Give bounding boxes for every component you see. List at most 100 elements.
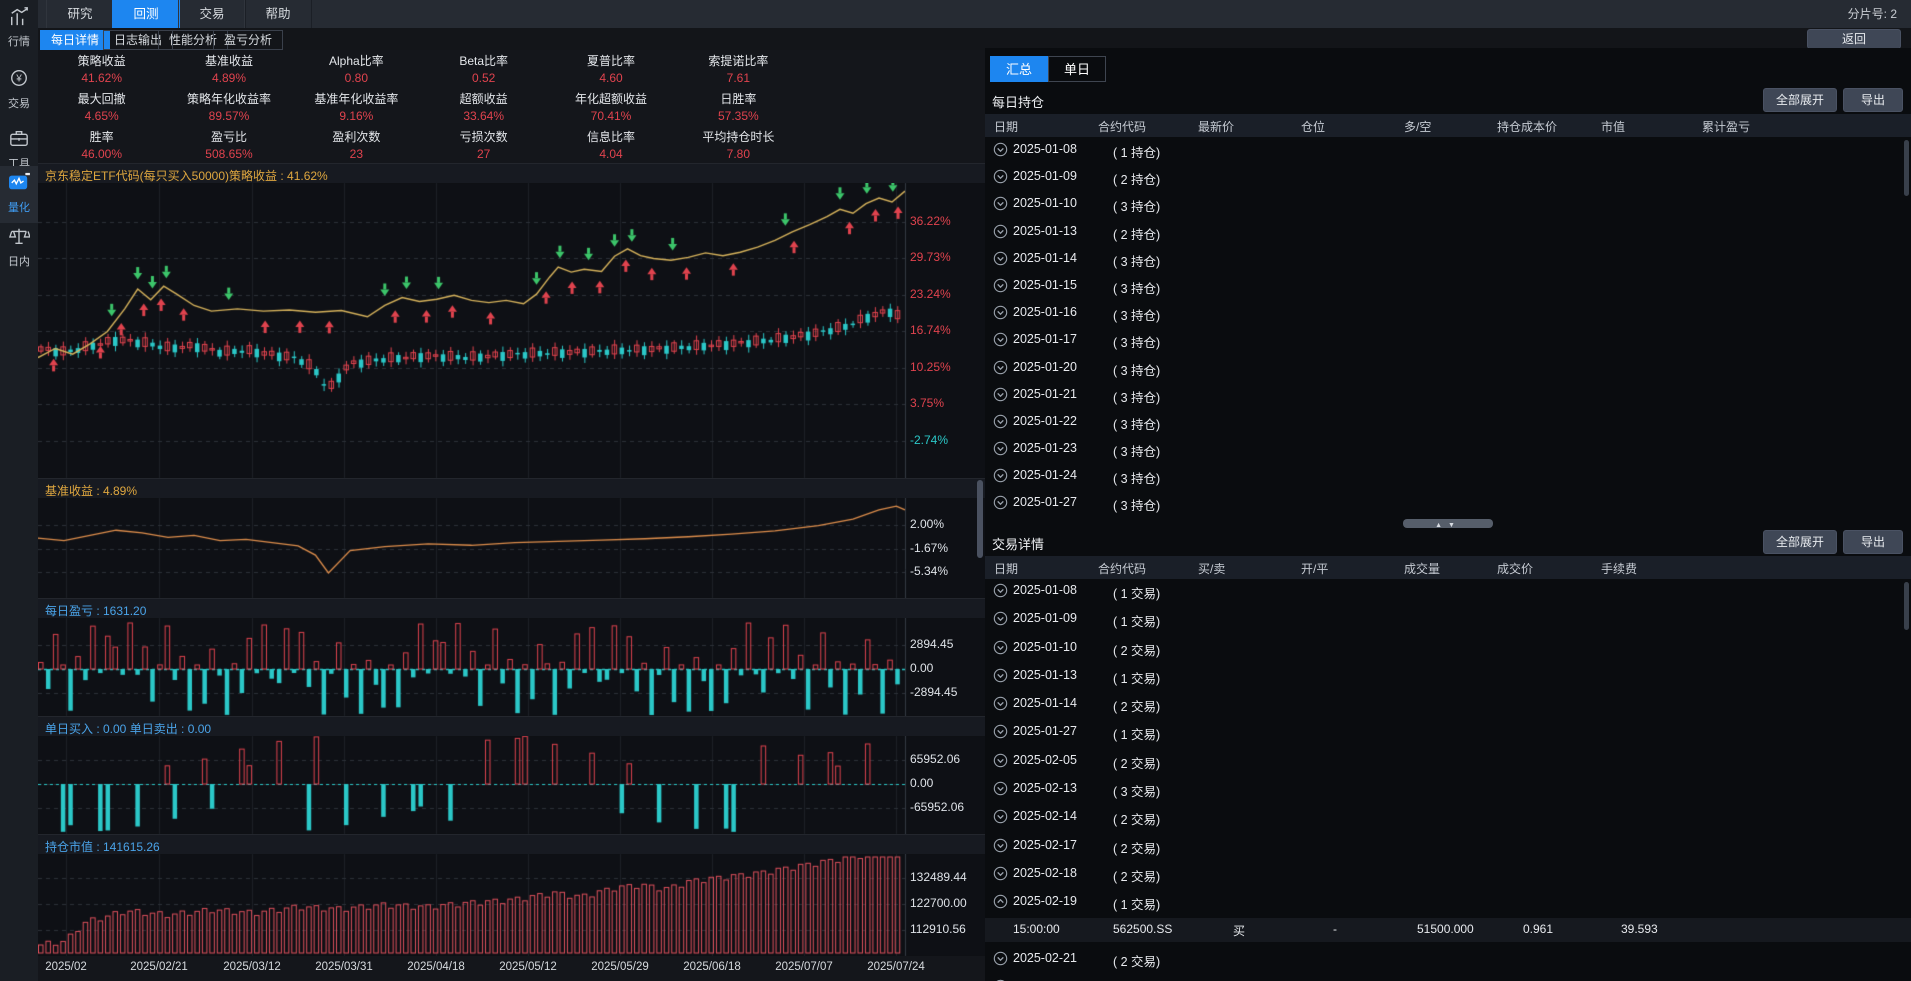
position-row[interactable]: 2025-01-14( 3 持仓) xyxy=(985,246,1911,273)
chevron-down-icon[interactable] xyxy=(993,305,1008,320)
stat-cell: 日胜率57.35% xyxy=(675,88,802,126)
trade-row[interactable]: 2025-02-14( 2 交易) xyxy=(985,804,1911,832)
stat-value: 89.57% xyxy=(209,109,250,123)
sidebar-item-quant[interactable]: 量化 xyxy=(0,166,38,223)
chevron-down-icon[interactable] xyxy=(993,866,1008,881)
trade-detail-cell: 15:00:00 xyxy=(1013,922,1060,936)
chevron-down-icon[interactable] xyxy=(993,611,1008,626)
column-header: 合约代码 xyxy=(1098,560,1146,577)
stat-cell: 夏普比率4.60 xyxy=(547,50,674,88)
sidebar-item-market[interactable]: 行情 xyxy=(0,6,38,49)
trade-detail-cell: 39.593 xyxy=(1621,922,1658,936)
positions-scrollbar[interactable] xyxy=(1904,140,1909,196)
position-row[interactable]: 2025-01-17( 3 持仓) xyxy=(985,327,1911,354)
trade-row[interactable]: 2025-01-14( 2 交易) xyxy=(985,691,1911,719)
stat-label: 策略年化收益率 xyxy=(187,90,271,107)
chevron-down-icon[interactable] xyxy=(993,332,1008,347)
charts-vertical-scrollbar[interactable] xyxy=(977,480,983,558)
trade-row[interactable]: 2025-02-19( 1 交易) xyxy=(985,889,1911,917)
chevron-down-icon[interactable] xyxy=(993,251,1008,266)
chevron-down-icon[interactable] xyxy=(993,583,1008,598)
chevron-down-icon[interactable] xyxy=(993,781,1008,796)
trades-export-button[interactable]: 导出 xyxy=(1843,530,1903,554)
menu-item-help[interactable]: 帮助 xyxy=(244,0,312,28)
stat-cell: 索提诺比率7.61 xyxy=(675,50,802,88)
tab-pnl-analysis[interactable]: 盈亏分析 xyxy=(213,30,283,50)
chevron-down-icon[interactable] xyxy=(993,169,1008,184)
chevron-down-icon[interactable] xyxy=(993,196,1008,211)
chevron-down-icon[interactable] xyxy=(993,224,1008,239)
strategy-charts-canvas[interactable] xyxy=(38,163,985,978)
tab-summary[interactable]: 汇总 xyxy=(990,56,1048,82)
chevron-up-icon[interactable] xyxy=(993,894,1008,909)
position-row[interactable]: 2025-01-13( 2 持仓) xyxy=(985,219,1911,246)
row-date: 2025-01-22 xyxy=(1013,414,1077,428)
chevron-down-icon[interactable] xyxy=(993,753,1008,768)
position-row[interactable]: 2025-01-27( 3 持仓) xyxy=(985,490,1911,517)
trade-detail-cell: 0.961 xyxy=(1523,922,1553,936)
chevron-down-icon[interactable] xyxy=(993,414,1008,429)
position-row[interactable]: 2025-01-22 ( 3 持仓) xyxy=(985,409,1911,436)
tab-single-day[interactable]: 单日 xyxy=(1048,56,1106,82)
trade-row[interactable]: 2025-02-05( 2 交易) xyxy=(985,748,1911,776)
trade-row[interactable]: 2025-02-21( 2 交易) xyxy=(985,946,1911,974)
position-row[interactable]: 2025-01-09( 2 持仓) xyxy=(985,164,1911,191)
column-header: 开/平 xyxy=(1301,560,1328,577)
chevron-down-icon[interactable] xyxy=(993,838,1008,853)
trades-expand-all-button[interactable]: 全部展开 xyxy=(1763,530,1837,554)
position-row[interactable]: 2025-01-24( 3 持仓) xyxy=(985,463,1911,490)
chevron-down-icon[interactable] xyxy=(993,951,1008,966)
trade-row[interactable]: 2025-01-13( 1 交易) xyxy=(985,663,1911,691)
panel-splitter-scrollbar[interactable]: ▲▼ xyxy=(1403,519,1493,528)
sidebar-item-intraday[interactable]: 日内 xyxy=(0,226,38,269)
position-row[interactable]: 2025-01-10( 3 持仓) xyxy=(985,191,1911,218)
chevron-down-icon[interactable] xyxy=(993,640,1008,655)
chevron-down-icon[interactable] xyxy=(993,696,1008,711)
position-row[interactable]: 2025-01-15( 3 持仓) xyxy=(985,273,1911,300)
chevron-down-icon[interactable] xyxy=(993,142,1008,157)
chevron-down-icon[interactable] xyxy=(993,360,1008,375)
trade-row[interactable]: 2025-02-17( 2 交易) xyxy=(985,833,1911,861)
toolbox-icon xyxy=(8,135,30,152)
row-count: ( 3 持仓) xyxy=(1113,332,1160,351)
position-row[interactable]: 2025-01-20( 3 持仓) xyxy=(985,355,1911,382)
positions-expand-all-button[interactable]: 全部展开 xyxy=(1763,88,1837,112)
chevron-down-icon[interactable] xyxy=(993,809,1008,824)
row-date: 2025-02-19 xyxy=(1013,894,1077,908)
chevron-down-icon[interactable] xyxy=(993,278,1008,293)
tab-daily-detail[interactable]: 每日详情 xyxy=(40,30,110,50)
trades-scrollbar[interactable] xyxy=(1904,582,1909,630)
chevron-down-icon[interactable] xyxy=(993,495,1008,510)
position-row[interactable]: 2025-01-16( 3 持仓) xyxy=(985,300,1911,327)
daily-pnl-title-strip: 每日盈亏 : 1631.20 xyxy=(38,598,985,618)
row-date: 2025-01-16 xyxy=(1013,305,1077,319)
trade-row[interactable]: 2025-02-13( 3 交易) xyxy=(985,776,1911,804)
trade-row[interactable]: 2025-02-24( 1 交易) xyxy=(985,974,1911,981)
chevron-down-icon[interactable] xyxy=(993,441,1008,456)
menu-item-trade[interactable]: 交易 xyxy=(178,0,246,28)
position-row[interactable]: 2025-01-21( 3 持仓) xyxy=(985,382,1911,409)
chevron-down-icon[interactable] xyxy=(993,468,1008,483)
position-row[interactable]: 2025-01-23( 3 持仓) xyxy=(985,436,1911,463)
stat-cell: 基准年化收益率9.16% xyxy=(293,88,420,126)
position-row[interactable]: 2025-01-08( 1 持仓) xyxy=(985,137,1911,164)
back-button[interactable]: 返回 xyxy=(1807,29,1901,49)
row-count: ( 3 持仓) xyxy=(1113,414,1160,433)
stat-cell: 盈亏比508.65% xyxy=(165,125,292,163)
chevron-down-icon[interactable] xyxy=(993,387,1008,402)
sidebar-item-trade[interactable]: ¥ 交易 xyxy=(0,68,38,111)
trade-row[interactable]: 2025-01-09( 1 交易) xyxy=(985,606,1911,634)
trade-row[interactable]: 2025-01-08( 1 交易) xyxy=(985,578,1911,606)
trade-row[interactable]: 2025-01-27( 1 交易) xyxy=(985,719,1911,747)
positions-export-button[interactable]: 导出 xyxy=(1843,88,1903,112)
menu-item-backtest[interactable]: 回测 xyxy=(112,0,180,28)
sidebar-item-tools[interactable]: 工具 xyxy=(0,128,38,171)
trade-detail-row[interactable]: 15:00:00562500.SS买-51500.0000.96139.593 xyxy=(985,918,1911,942)
menu-item-research[interactable]: 研究 xyxy=(46,0,114,28)
chevron-down-icon[interactable] xyxy=(993,724,1008,739)
trade-row[interactable]: 2025-02-18( 2 交易) xyxy=(985,861,1911,889)
chevron-down-icon[interactable] xyxy=(993,668,1008,683)
trade-row[interactable]: 2025-01-10( 2 交易) xyxy=(985,635,1911,663)
column-header: 持仓成本价 xyxy=(1497,118,1557,135)
sidebar-item-label: 交易 xyxy=(0,95,38,111)
